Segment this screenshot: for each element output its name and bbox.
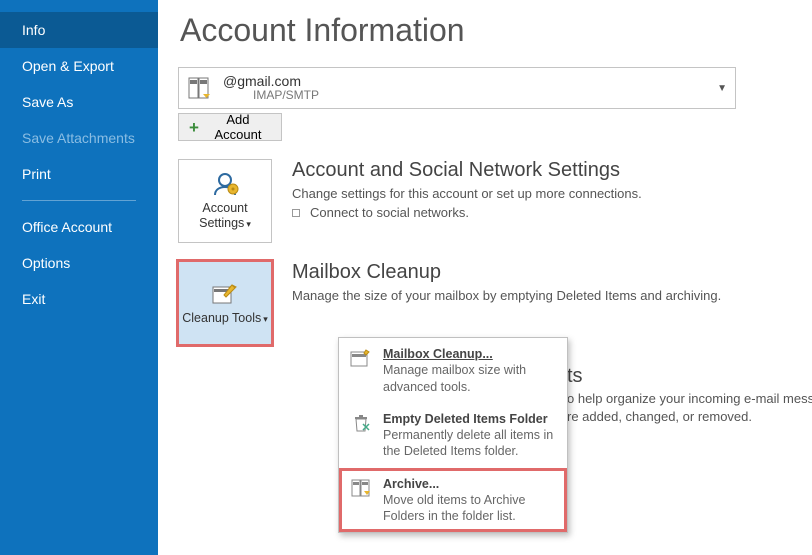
account-email-suffix: @gmail.com [223,73,301,89]
sidebar-item-office-account[interactable]: Office Account [0,209,158,245]
backstage-sidebar: Info Open & Export Save As Save Attachme… [0,0,158,555]
peek-line1: o help organize your incoming e-mail mes… [567,390,812,408]
main-content: Account Information @gmail.com [158,0,812,555]
section-cleanup: Cleanup Tools▾ Mailbox Cleanup Manage th… [178,261,784,345]
section-cleanup-desc: Manage the size of your mailbox by empty… [292,288,784,303]
connect-social-link[interactable]: Connect to social networks. [292,205,784,220]
section-social-desc: Change settings for this account or set … [292,186,784,201]
sidebar-divider [22,200,136,201]
sidebar-item-print[interactable]: Print [0,156,158,192]
sidebar-item-exit[interactable]: Exit [0,281,158,317]
menu-item-title: Mailbox Cleanup... [383,346,557,362]
account-selector[interactable]: @gmail.com IMAP/SMTP ▼ [178,67,736,109]
add-account-button[interactable]: + Add Account [178,113,282,141]
cleanup-tools-icon [208,281,242,307]
sidebar-label: Print [22,166,51,182]
section-rules-peek: ts o help organize your incoming e-mail … [567,365,812,426]
cleanup-tools-tile[interactable]: Cleanup Tools▾ [178,261,272,345]
sidebar-label: Exit [22,291,45,307]
caret-down-icon: ▾ [263,314,268,324]
sidebar-label: Open & Export [22,58,114,74]
tile-label: Account Settings▾ [179,201,271,231]
account-protocol: IMAP/SMTP [253,89,319,103]
menu-item-desc: Move old items to Archive Folders in the… [383,492,557,525]
menu-item-desc: Manage mailbox size with advanced tools. [383,362,557,395]
sidebar-item-options[interactable]: Options [0,245,158,281]
sidebar-item-info[interactable]: Info [0,12,158,48]
menu-archive[interactable]: Archive... Move old items to Archive Fol… [339,468,567,533]
caret-down-icon: ▼ [717,83,727,94]
archive-icon [349,476,373,500]
sidebar-item-open-export[interactable]: Open & Export [0,48,158,84]
menu-mailbox-cleanup[interactable]: Mailbox Cleanup... Manage mailbox size w… [339,338,567,403]
sidebar-label: Save Attachments [22,130,135,146]
add-account-label: Add Account [205,112,271,142]
section-cleanup-title: Mailbox Cleanup [292,261,784,284]
caret-down-icon: ▾ [246,219,251,229]
menu-empty-deleted[interactable]: Empty Deleted Items Folder Permanently d… [339,403,567,468]
tile-label: Cleanup Tools▾ [182,311,268,326]
sidebar-label: Options [22,255,70,271]
peek-title-suffix: ts [567,365,812,388]
plus-icon: + [189,119,199,136]
trash-icon [349,411,373,435]
account-lines: @gmail.com IMAP/SMTP [223,73,319,103]
section-social: Account Settings▾ Account and Social Net… [178,159,784,243]
sidebar-label: Info [22,22,45,38]
menu-item-title: Empty Deleted Items Folder [383,411,557,427]
page-title: Account Information [180,12,784,49]
account-settings-tile[interactable]: Account Settings▾ [178,159,272,243]
sidebar-item-save-attachments: Save Attachments [0,120,158,156]
sidebar-label: Save As [22,94,73,110]
cleanup-tools-menu: Mailbox Cleanup... Manage mailbox size w… [338,337,568,533]
sidebar-item-save-as[interactable]: Save As [0,84,158,120]
mailbox-cleanup-icon [349,346,373,370]
peek-line2: re added, changed, or removed. [567,408,812,426]
sidebar-label: Office Account [22,219,112,235]
mailbox-icon [187,75,213,101]
bullet-label: Connect to social networks. [310,205,469,220]
menu-item-desc: Permanently delete all items in the Dele… [383,427,557,460]
account-settings-icon [208,171,242,197]
menu-item-title: Archive... [383,476,557,492]
section-social-title: Account and Social Network Settings [292,159,784,182]
